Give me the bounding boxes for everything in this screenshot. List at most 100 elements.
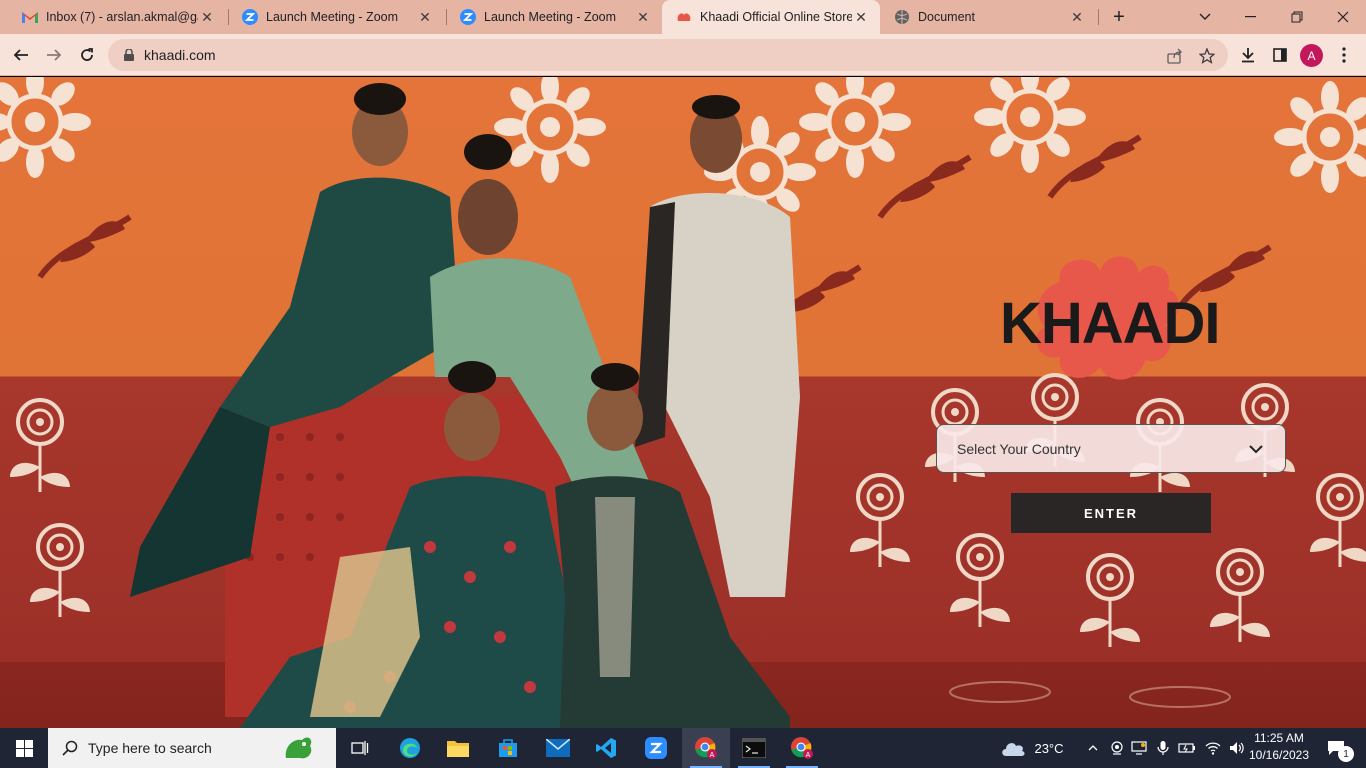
weather-temperature: 23°C [1034, 740, 1064, 756]
task-view-button[interactable] [336, 728, 384, 768]
country-select-placeholder: Select Your Country [957, 440, 1081, 457]
volume-tray-button[interactable] [1226, 728, 1248, 768]
weather-widget[interactable]: 23°C [996, 728, 1068, 768]
tab-separator [1098, 9, 1099, 25]
close-tab-icon[interactable]: ✕ [198, 8, 216, 26]
close-tab-icon[interactable]: ✕ [416, 8, 434, 26]
back-button[interactable] [8, 42, 34, 68]
downloads-button[interactable] [1235, 42, 1261, 68]
notification-count-badge: 1 [1338, 746, 1354, 762]
tab-title: Launch Meeting - Zoom [484, 10, 617, 24]
notification-center-button[interactable]: 1 [1316, 728, 1356, 768]
tab-khaadi[interactable]: Khaadi Official Online Store ✕ [662, 0, 880, 34]
side-panel-button[interactable] [1267, 42, 1293, 68]
zoom-icon [645, 737, 667, 759]
zoom-taskbar-button[interactable] [632, 728, 680, 768]
task-view-icon [351, 741, 369, 755]
kebab-menu-icon [1342, 47, 1346, 63]
restore-button[interactable] [1274, 0, 1320, 34]
windows-taskbar: Type here to search A A 23°C 11:25 AM 10… [0, 728, 1366, 768]
wifi-tray-button[interactable] [1202, 728, 1224, 768]
country-select[interactable]: Select Your Country [936, 424, 1286, 473]
bookmark-star-icon[interactable] [1198, 47, 1216, 65]
webcam-tray-button[interactable] [1106, 728, 1128, 768]
clock-date: 10/16/2023 [1248, 748, 1310, 762]
reload-button[interactable] [74, 42, 100, 68]
tab-zoom-2[interactable]: Launch Meeting - Zoom ✕ [446, 0, 662, 34]
tab-strip: Inbox (7) - arslan.akmal@ga ✕ Launch Mee… [0, 0, 1366, 34]
tab-document[interactable]: Document ✕ [880, 0, 1096, 34]
close-tab-icon[interactable]: ✕ [634, 8, 652, 26]
svg-text:A: A [710, 752, 715, 759]
url-text: khaadi.com [144, 47, 216, 63]
chevron-down-icon [1249, 445, 1263, 454]
file-explorer-button[interactable] [434, 728, 482, 768]
brand-name: KHAADI [1000, 291, 1221, 356]
tab-title: Inbox (7) - arslan.akmal@ga [46, 10, 198, 24]
taskbar-clock[interactable]: 11:25 AM 10/16/2023 [1248, 730, 1310, 764]
enter-button[interactable]: ENTER [1011, 493, 1211, 533]
campaign-photo-models [130, 83, 800, 728]
search-placeholder: Type here to search [88, 740, 212, 756]
start-button[interactable] [0, 728, 48, 768]
download-icon [1242, 48, 1254, 63]
windows-logo-icon [15, 739, 33, 757]
close-tab-icon[interactable]: ✕ [852, 8, 870, 26]
share-icon[interactable] [1166, 47, 1184, 65]
new-tab-button[interactable]: + [1107, 5, 1131, 29]
khaadi-icon [676, 9, 692, 25]
tab-title: Document [918, 10, 975, 24]
reload-icon [81, 48, 93, 61]
chrome-taskbar-button[interactable]: A [682, 728, 730, 768]
gmail-icon [22, 9, 38, 25]
microphone-tray-button[interactable] [1152, 728, 1174, 768]
minimize-button[interactable] [1228, 0, 1274, 34]
tab-search-icon[interactable] [1182, 0, 1228, 34]
tab-title: Khaadi Official Online Store [700, 10, 852, 24]
zoom-icon [460, 9, 476, 25]
vscode-button[interactable] [582, 728, 630, 768]
wifi-icon [1205, 742, 1221, 755]
taskbar-search-box[interactable]: Type here to search [48, 728, 336, 768]
chrome-menu-button[interactable] [1331, 42, 1357, 68]
svg-text:A: A [806, 752, 811, 759]
search-icon [62, 740, 78, 756]
forward-arrow-icon [47, 49, 62, 61]
profile-avatar[interactable]: A [1300, 44, 1323, 67]
side-panel-icon [1273, 48, 1287, 62]
globe-icon [894, 9, 910, 25]
cloud-icon [1002, 743, 1026, 756]
tab-gmail[interactable]: Inbox (7) - arslan.akmal@ga ✕ [8, 0, 226, 34]
khaadi-logo[interactable]: KHAADI [1000, 252, 1230, 392]
microsoft-store-button[interactable] [484, 728, 532, 768]
dragon-search-highlight-icon [285, 737, 312, 759]
screen-share-icon [1131, 741, 1147, 755]
tab-title: Launch Meeting - Zoom [266, 10, 399, 24]
forward-button[interactable] [41, 42, 67, 68]
tab-zoom-1[interactable]: Launch Meeting - Zoom ✕ [228, 0, 444, 34]
khaadi-landing-page: KHAADI Select Your Country ENTER [0, 77, 1366, 728]
screen-share-tray-button[interactable] [1128, 728, 1150, 768]
camera-icon [1111, 741, 1123, 755]
chrome-icon: A [791, 737, 813, 759]
show-hidden-icons-button[interactable] [1084, 728, 1102, 768]
zoom-icon [242, 9, 258, 25]
microsoft-store-icon [499, 739, 517, 757]
close-tab-icon[interactable]: ✕ [1068, 8, 1086, 26]
clock-time: 11:25 AM [1254, 731, 1304, 745]
chrome-taskbar-button-2[interactable]: A [778, 728, 826, 768]
vscode-icon [596, 738, 616, 758]
file-explorer-icon [447, 741, 469, 757]
terminal-taskbar-button[interactable] [730, 728, 778, 768]
mail-button[interactable] [534, 728, 582, 768]
address-bar[interactable]: khaadi.com [108, 39, 1228, 71]
battery-icon [1178, 743, 1195, 753]
chevron-up-icon [1088, 745, 1098, 751]
volume-icon [1230, 742, 1244, 754]
terminal-icon [742, 738, 766, 758]
chrome-icon: A [695, 737, 717, 759]
lock-icon[interactable] [122, 48, 136, 62]
battery-tray-button[interactable] [1176, 728, 1198, 768]
close-window-button[interactable] [1320, 0, 1366, 34]
edge-taskbar-button[interactable] [386, 728, 434, 768]
